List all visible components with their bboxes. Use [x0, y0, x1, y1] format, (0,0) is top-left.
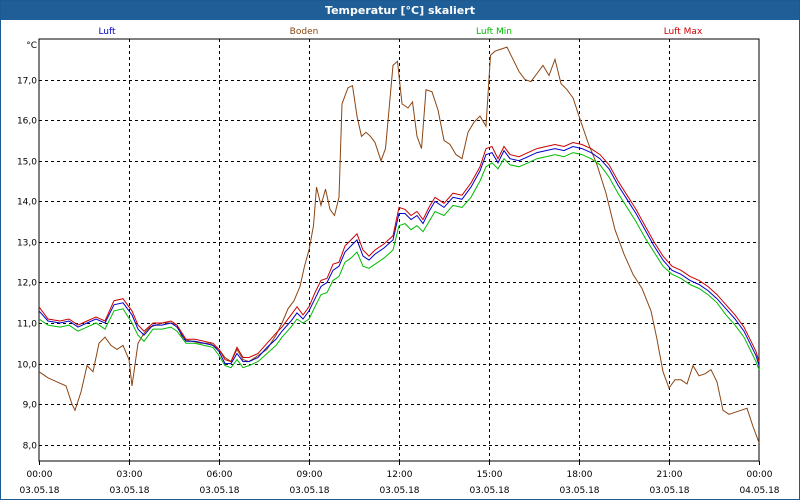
x-tick-date-label: 03.05.18: [109, 486, 149, 496]
x-tick-time-label: 09:00: [297, 470, 323, 480]
y-tick-label: 12,0: [17, 279, 37, 289]
x-tick-date-label: 03.05.18: [559, 486, 599, 496]
x-tick-date-label: 03.05.18: [649, 486, 689, 496]
legend-label: Luft: [98, 27, 116, 37]
y-tick-label: 14,0: [17, 198, 37, 208]
y-tick-label: 8,0: [23, 442, 38, 452]
x-tick-date-label: 03.05.18: [19, 486, 59, 496]
y-tick-label: 9,0: [23, 401, 38, 411]
x-tick-time-label: 03:00: [117, 470, 143, 480]
x-tick-time-label: 00:00: [747, 470, 773, 480]
chart-window: Temperatur [°C] skaliert 8,0 9,0 10,0 11,0 1…: [0, 0, 800, 500]
x-tick-date-label: 03.05.18: [199, 486, 239, 496]
y-tick-label: 15,0: [17, 158, 37, 168]
temperature-chart: 8,0 9,0 10,0 11,0 12,0 13,0 14,0 15,0 16,0 17,0 00…: [17, 27, 780, 496]
x-tick-time-label: 18:00: [567, 470, 593, 480]
y-tick-label: 10,0: [17, 361, 37, 371]
legend-label: Luft Min: [476, 27, 512, 37]
y-tick-label: 17,0: [17, 77, 37, 87]
x-tick-date-label: 03.05.18: [379, 486, 419, 496]
y-tick-label: 11,0: [17, 320, 37, 330]
y-tick-label: 16,0: [17, 117, 37, 127]
legend-label: Luft Max: [664, 27, 703, 37]
x-tick-time-label: 12:00: [387, 470, 413, 480]
legend-label: Boden: [290, 27, 319, 37]
x-tick-time-label: 06:00: [207, 470, 233, 480]
x-tick-time-label: 21:00: [657, 470, 683, 480]
x-tick-date-label: 03.05.18: [469, 486, 509, 496]
x-tick-date-label: 04.05.18: [739, 486, 779, 496]
x-tick-time-label: 15:00: [477, 470, 503, 480]
y-axis-unit-label: °C: [26, 41, 37, 51]
x-tick-time-label: 00:00: [27, 470, 53, 480]
window-title: Temperatur [°C] skaliert: [1, 1, 799, 20]
y-tick-label: 13,0: [17, 239, 37, 249]
x-tick-date-label: 03.05.18: [289, 486, 329, 496]
